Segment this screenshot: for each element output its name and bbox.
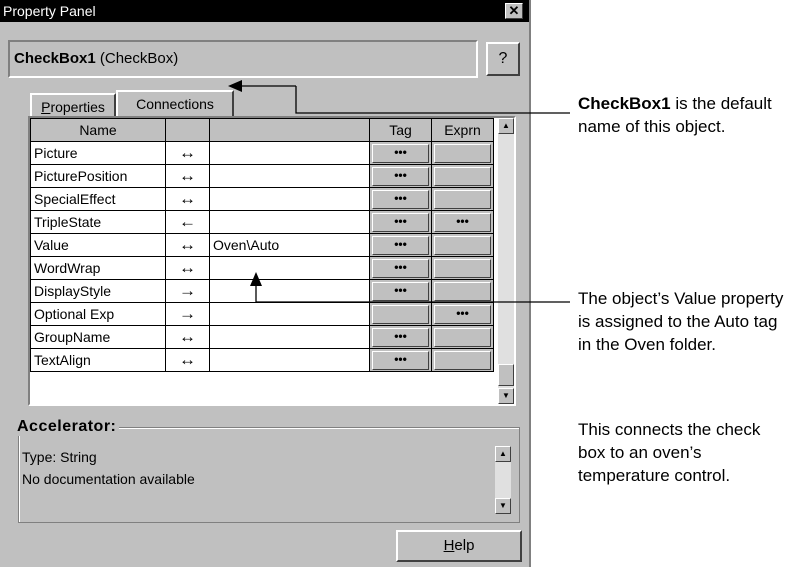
callout-line-1 xyxy=(295,86,570,114)
callout-bold-name: CheckBox1 xyxy=(578,94,671,113)
callout-line-2 xyxy=(255,282,570,303)
arrowhead-left-icon xyxy=(228,80,242,92)
callout-value-property: The object’s Value property is assigned … xyxy=(578,289,784,354)
callout-default-name: CheckBox1 is the default name of this ob… xyxy=(578,92,783,138)
callout-connection: This connects the check box to an oven’s… xyxy=(578,420,761,485)
arrowhead-up-icon xyxy=(250,272,262,286)
